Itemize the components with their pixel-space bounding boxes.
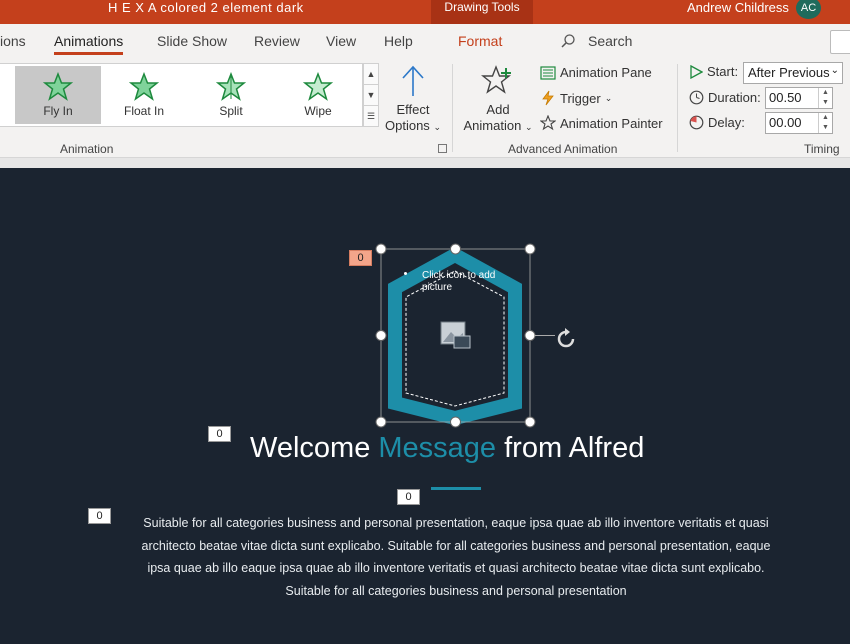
tab-review[interactable]: Review [254, 33, 300, 49]
group-divider [452, 64, 453, 152]
animation-painter-label: Animation Painter [560, 115, 663, 131]
anim-label: Wipe [304, 104, 332, 118]
clock-icon [689, 90, 704, 105]
animation-pane-label: Animation Pane [560, 65, 652, 80]
duration-label: Duration: [708, 90, 761, 105]
anim-split[interactable]: Split [188, 66, 274, 124]
tab-view[interactable]: View [326, 33, 356, 49]
slide-headline[interactable]: Welcome Message from Alfred [250, 432, 644, 465]
duration-value: 00.50 [769, 90, 802, 105]
effect-options-button[interactable]: Effect Options ⌄ [384, 64, 442, 135]
chevron-down-icon: ⌄ [433, 122, 441, 132]
delay-value: 00.00 [769, 115, 802, 130]
user-name[interactable]: Andrew Childress [687, 0, 789, 15]
avatar[interactable]: AC [796, 0, 821, 19]
delay-label-row: Delay: [689, 115, 745, 130]
delay-clock-icon [689, 115, 704, 130]
anim-wipe[interactable]: Wipe [275, 66, 361, 124]
group-divider [677, 64, 678, 152]
star-fly-in-icon [43, 72, 73, 101]
animation-painter-icon [540, 115, 556, 131]
ribbon-tabs: ions Animations Slide Show Review View H… [0, 24, 850, 60]
trigger-button[interactable]: Trigger ⌄ [540, 90, 612, 106]
anim-fly-in[interactable]: Fly In [15, 66, 101, 124]
gallery-scroll-up-icon[interactable]: ▲ [364, 64, 378, 85]
insert-picture-icon[interactable] [440, 321, 472, 351]
document-title: H E X A colored 2 element dark [108, 0, 304, 15]
accent-divider[interactable] [431, 487, 481, 490]
drawing-tools-context-tab[interactable]: Drawing Tools [431, 0, 533, 24]
ribbon: Fly In Float In Split Wipe ▲ ▼ ☰ Effect … [0, 60, 850, 158]
timing-group-label: Timing [804, 142, 840, 156]
title-bar: H E X A colored 2 element dark Drawing T… [0, 0, 850, 24]
anim-label: Split [219, 104, 243, 118]
star-float-in-icon [129, 72, 159, 101]
chevron-down-icon: ⌄ [604, 92, 613, 103]
effect-options-label-2: Options [385, 118, 430, 133]
star-split-icon [216, 72, 246, 101]
lightning-icon [542, 90, 554, 106]
anim-label: Fly In [43, 104, 73, 118]
add-animation-label-2: Animation [463, 118, 522, 133]
trigger-label: Trigger [560, 90, 601, 106]
tab-animations[interactable]: Animations [54, 33, 124, 55]
rotate-handle-icon[interactable] [553, 326, 579, 352]
placeholder-bullet [404, 272, 407, 275]
search-icon[interactable] [560, 33, 576, 49]
start-select-value: After Previous [748, 65, 830, 80]
tab-transitions[interactable]: ions [0, 33, 26, 49]
anim-label: Float In [123, 104, 165, 118]
duration-spinner-icon[interactable]: ▲ ▼ [818, 88, 832, 108]
gallery-scrollbar[interactable]: ▲ ▼ ☰ [363, 63, 379, 127]
duration-input[interactable]: 00.50 ▲ ▼ [765, 87, 833, 109]
start-label-row: Start: [689, 64, 738, 79]
animation-gallery: Fly In Float In Split Wipe [0, 63, 363, 127]
headline-accent: Message [378, 432, 497, 464]
delay-label: Delay: [708, 115, 745, 130]
headline-part-1: Welcome [250, 432, 379, 464]
anim-float-in[interactable]: Float In [101, 66, 187, 124]
animation-pane-button[interactable]: Animation Pane [540, 65, 652, 80]
headline-part-2: from Alfred [496, 432, 645, 464]
add-star-icon [481, 65, 511, 94]
gallery-scroll-down-icon[interactable]: ▼ [364, 85, 378, 106]
ribbon-bottom-strip [0, 158, 850, 168]
effect-options-label-1: Effect [396, 102, 430, 117]
add-animation-label-1: Add [486, 102, 510, 117]
arrow-up-icon [402, 65, 424, 96]
animation-painter-button[interactable]: Animation Painter [540, 115, 663, 131]
share-button[interactable] [830, 30, 850, 54]
advanced-animation-group-label: Advanced Animation [508, 142, 618, 156]
animation-order-tag-image[interactable]: 0 [349, 250, 372, 266]
slide-body-text[interactable]: Suitable for all categories business and… [130, 512, 782, 602]
animation-group-label: Animation [60, 142, 114, 156]
duration-label-row: Duration: [689, 90, 761, 105]
animation-pane-icon [540, 65, 556, 80]
star-wipe-icon [303, 72, 333, 101]
tab-format[interactable]: Format [458, 33, 502, 49]
animation-order-tag-body[interactable]: 0 [88, 508, 111, 524]
animation-dialog-launcher-icon[interactable] [438, 144, 447, 153]
gallery-more-icon[interactable]: ☰ [364, 106, 378, 127]
picture-placeholder-text: Click icon to add picture [422, 270, 496, 293]
delay-input[interactable]: 00.00 ▲ ▼ [765, 112, 833, 134]
play-icon [690, 64, 703, 79]
delay-spinner-icon[interactable]: ▲ ▼ [818, 113, 832, 133]
start-label: Start: [707, 64, 739, 79]
tab-help[interactable]: Help [384, 33, 413, 49]
start-select[interactable]: After Previous ⌄ [743, 62, 843, 84]
animation-order-tag-title[interactable]: 0 [208, 426, 231, 442]
chevron-down-icon: ⌄ [830, 65, 839, 76]
tab-slide-show[interactable]: Slide Show [157, 33, 227, 49]
animation-order-tag-divider[interactable]: 0 [397, 489, 420, 505]
add-animation-button[interactable]: Add Animation ⌄ [462, 64, 534, 135]
chevron-down-icon: ⌄ [524, 122, 533, 132]
search-label[interactable]: Search [588, 33, 632, 49]
